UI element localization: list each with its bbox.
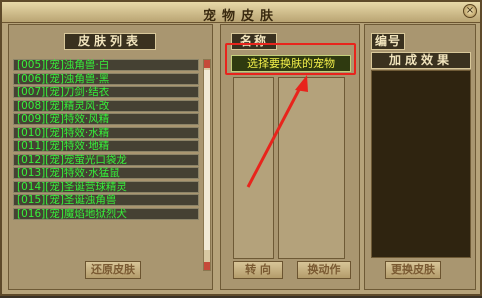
skin-list-item[interactable]: [012][宠]宠萤光口袋龙 (13, 153, 199, 166)
skin-list-item[interactable]: [011][宠]特效·地精 (13, 140, 199, 152)
change-skin-button[interactable]: 更换皮肤 (385, 261, 441, 279)
turn-button[interactable]: 转 向 (233, 261, 283, 279)
skin-list-item[interactable]: [008][宠]精灵风·改 (13, 99, 199, 112)
bonus-effect-header: 加成效果 (371, 52, 471, 69)
skin-list-item[interactable]: [013][宠]特效·水猛鼠 (13, 167, 199, 179)
close-button[interactable]: × (463, 4, 477, 18)
change-action-button[interactable]: 换动作 (297, 261, 351, 279)
pet-skin-window: 宠物皮肤 × 皮肤列表 [005][宠]浊角兽·白 [006][宠]浊角兽·黑 … (0, 0, 482, 296)
skin-list-item[interactable]: [005][宠]浊角兽·白 (13, 59, 199, 71)
skin-list-item[interactable]: [010][宠]特效·水精 (13, 126, 199, 139)
skin-list: [005][宠]浊角兽·白 [006][宠]浊角兽·黑 [007][宠]刀剑·结… (13, 59, 201, 275)
skin-list-item[interactable]: [007][宠]刀剑·结衣 (13, 86, 199, 98)
skin-list-panel: 皮肤列表 [005][宠]浊角兽·白 [006][宠]浊角兽·黑 [007][宠… (8, 24, 213, 290)
skin-list-scrollbar[interactable] (203, 59, 211, 271)
scroll-down-arrow[interactable] (204, 262, 210, 270)
skin-list-item[interactable]: [014][宠]圣诞营球精灵 (13, 180, 199, 193)
bonus-panel: 编号 加成效果 更换皮肤 (364, 24, 476, 290)
window-title: 宠物皮肤 (202, 9, 279, 24)
highlight-box (225, 43, 356, 75)
skin-list-item[interactable]: [009][宠]特效·风精 (13, 113, 199, 125)
scroll-thumb[interactable] (204, 70, 210, 250)
pet-preview-area (233, 77, 274, 259)
restore-skin-button[interactable]: 还原皮肤 (85, 261, 141, 279)
skin-list-item[interactable]: [015][宠]圣诞浊角兽 (13, 194, 199, 206)
pet-preview-area-right (278, 77, 345, 259)
scroll-up-arrow[interactable] (204, 60, 210, 68)
pet-name-panel: 名称 选择要换肤的宠物 转 向 换动作 (220, 24, 360, 290)
title-bar[interactable]: 宠物皮肤 × (2, 2, 480, 24)
skin-list-header: 皮肤列表 (64, 33, 156, 50)
skin-list-item[interactable]: [016][宠]魔焰地狱烈犬 (13, 207, 199, 220)
bonus-effect-area (371, 70, 471, 258)
number-header: 编号 (371, 33, 405, 50)
skin-list-item[interactable]: [006][宠]浊角兽·黑 (13, 72, 199, 85)
